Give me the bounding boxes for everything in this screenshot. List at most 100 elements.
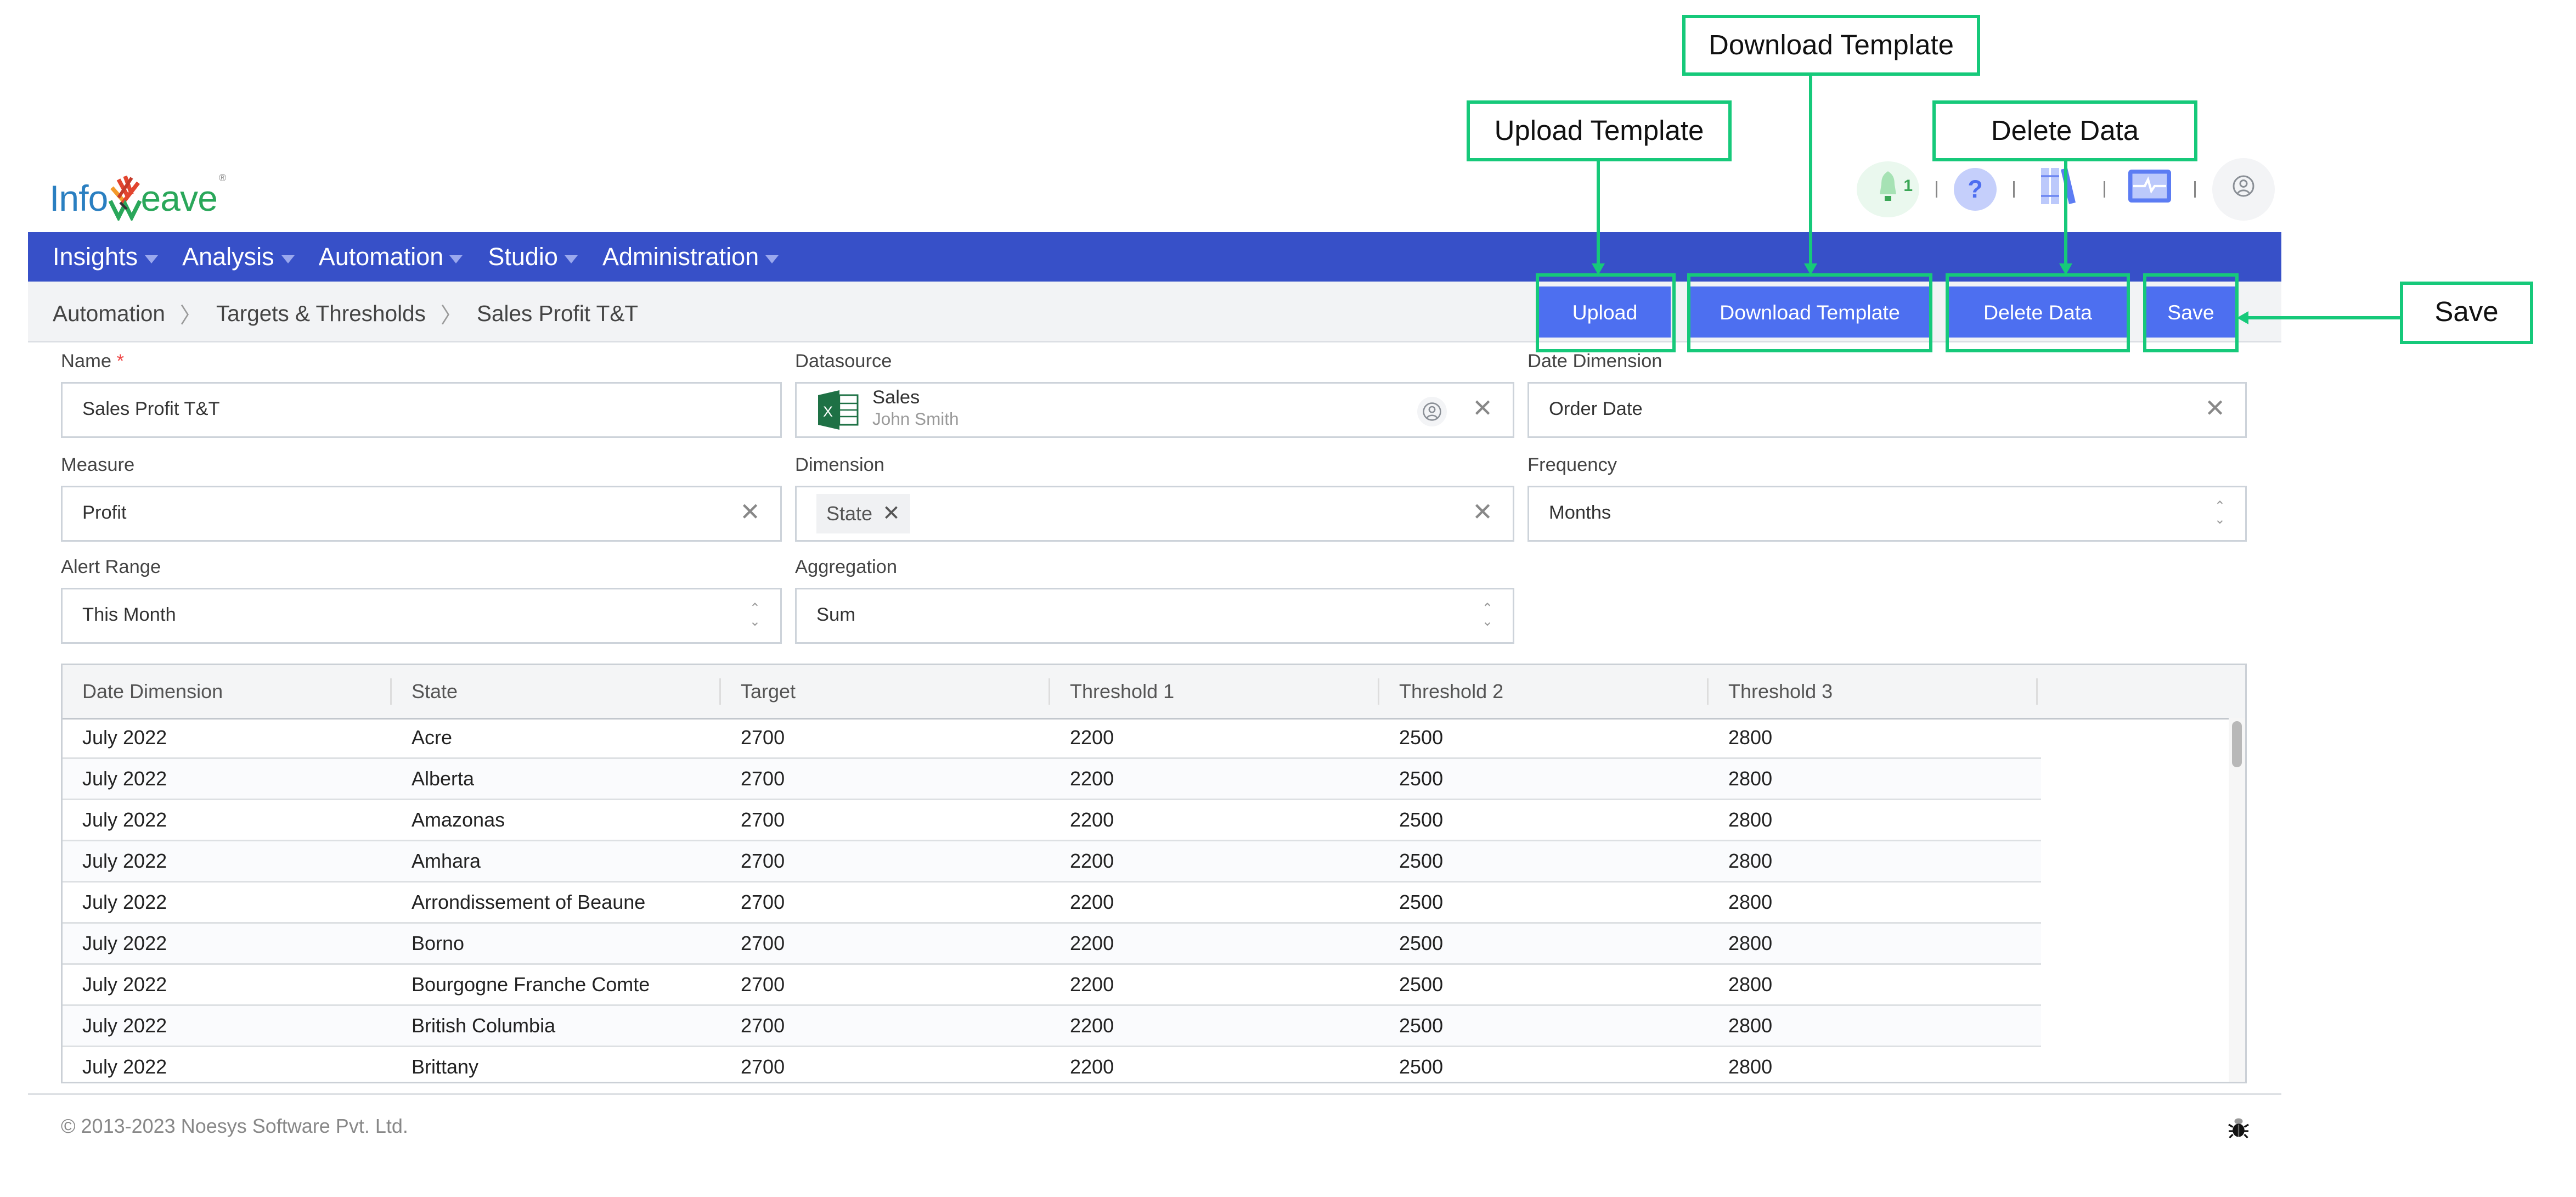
page: Info eave ® 1 ? Insights Analysis Automa…	[0, 0, 2576, 1197]
footer-divider	[28, 1093, 2281, 1095]
alert-range-select[interactable]: This Month ⌃ ⌄	[61, 588, 782, 644]
dimension-chip-state: State ✕	[816, 494, 910, 533]
user-profile-button[interactable]	[2212, 158, 2275, 221]
clear-datasource-icon[interactable]: ✕	[1472, 397, 1493, 422]
table-cell: 2500	[1399, 932, 1444, 955]
divider	[2104, 181, 2105, 198]
caret-down-icon	[450, 254, 464, 263]
table-cell: 2200	[1070, 1055, 1114, 1078]
table-row[interactable]: July 2022 British Columbia 2700 2200 2500 280…	[63, 1006, 2041, 1047]
infoweave-logo[interactable]: Info eave ®	[49, 165, 226, 222]
name-input[interactable]: Sales Profit T&T	[61, 382, 782, 438]
breadcrumb-automation[interactable]: Automation	[53, 301, 165, 326]
nav-item-automation[interactable]: Automation	[319, 243, 464, 271]
date-dimension-field[interactable]: Order Date ✕	[1527, 382, 2247, 438]
nav-item-analysis[interactable]: Analysis	[182, 243, 294, 271]
library-button[interactable]	[2031, 161, 2087, 217]
table-cell: 2800	[1728, 767, 1773, 790]
name-label-text: Name	[61, 352, 112, 372]
dimension-label: Dimension	[795, 456, 884, 476]
table-row[interactable]: July 2022 Amazonas 2700 2200 2500 2800	[63, 800, 2041, 841]
table-cell: Brittany	[412, 1055, 479, 1078]
alert-range-value: This Month	[82, 606, 176, 626]
annotation-arrow-icon	[2237, 310, 2248, 324]
table-cell: 2500	[1399, 891, 1444, 914]
table-cell: July 2022	[82, 767, 167, 790]
table-cell: Bourgogne Franche Comte	[412, 973, 650, 996]
column-header-threshold-2[interactable]: Threshold 2	[1379, 665, 1709, 718]
datasource-info: Sales John Smith	[872, 389, 959, 431]
column-header-threshold-1[interactable]: Threshold 1	[1050, 665, 1379, 718]
column-header-target[interactable]: Target	[721, 665, 1050, 718]
excel-file-icon: X	[816, 390, 859, 430]
divider	[1936, 181, 1937, 198]
caret-down-icon	[144, 254, 158, 263]
table-cell: 2800	[1728, 850, 1773, 873]
table-cell: 2800	[1728, 1014, 1773, 1037]
activity-monitor-icon	[2127, 167, 2173, 212]
column-header-state[interactable]: State	[392, 665, 721, 718]
nav-item-studio[interactable]: Studio	[488, 243, 578, 271]
bug-report-icon[interactable]	[2227, 1116, 2250, 1148]
table-cell: Amhara	[412, 850, 481, 873]
datasource-field[interactable]: X Sales John Smith ✕	[795, 382, 1514, 438]
table-row[interactable]: July 2022 Borno 2700 2200 2500 2800	[63, 924, 2041, 965]
column-header-date-dimension[interactable]: Date Dimension	[63, 665, 392, 718]
table-row[interactable]: July 2022 Bourgogne Franche Comte 2700 2200…	[63, 965, 2041, 1006]
column-header-threshold-3[interactable]: Threshold 3	[1709, 665, 2038, 718]
copyright-text: © 2013-2023 Noesys Software Pvt. Ltd.	[61, 1115, 408, 1138]
annotation-connector	[1809, 76, 1812, 267]
datasource-owner-avatar-icon	[1417, 397, 1447, 426]
table-cell: Alberta	[412, 767, 475, 790]
caret-down-icon	[565, 254, 578, 263]
annotation-arrow-icon	[2058, 263, 2072, 275]
table-scrollbar[interactable]	[2229, 718, 2245, 1082]
aggregation-value: Sum	[816, 606, 855, 626]
notifications-button[interactable]: 1	[1857, 161, 1919, 217]
table-row[interactable]: July 2022 Acre 2700 2200 2500 2800	[63, 718, 2041, 759]
bell-icon	[1875, 169, 1901, 210]
table-cell: 2800	[1728, 891, 1773, 914]
table-row[interactable]: July 2022 Amhara 2700 2200 2500 2800	[63, 841, 2041, 883]
help-button[interactable]: ?	[1954, 168, 1997, 211]
clear-date-dimension-icon[interactable]: ✕	[2205, 397, 2225, 422]
remove-chip-icon[interactable]: ✕	[882, 501, 900, 527]
table-row[interactable]: July 2022 Alberta 2700 2200 2500 2800	[63, 759, 2041, 800]
annotation-connector	[2064, 161, 2067, 267]
frequency-select[interactable]: Months ⌃ ⌄	[1527, 486, 2247, 542]
clear-measure-icon[interactable]: ✕	[740, 501, 760, 525]
aggregation-select[interactable]: Sum ⌃ ⌄	[795, 588, 1514, 644]
table-body: July 2022 Acre 2700 2200 2500 2800 July 2022 Al…	[63, 718, 2041, 1082]
clear-dimension-icon[interactable]: ✕	[1472, 501, 1493, 525]
table-cell: 2200	[1070, 891, 1114, 914]
caret-down-icon	[280, 254, 294, 263]
help-question-icon: ?	[1968, 175, 1983, 204]
books-library-icon	[2038, 164, 2081, 215]
annotation-download-template: Download Template	[1682, 15, 1980, 76]
table-cell: 2500	[1399, 1055, 1444, 1078]
table-row[interactable]: July 2022 Brittany 2700 2200 2500 2800	[63, 1047, 2041, 1082]
nav-item-label: Analysis	[182, 243, 274, 271]
table-cell: 2700	[741, 973, 785, 996]
table-cell: 2500	[1399, 726, 1444, 749]
table-row[interactable]: July 2022 Arrondissement of Beaune 2700 220…	[63, 883, 2041, 924]
user-avatar-icon	[2232, 174, 2255, 205]
chip-label: State	[826, 502, 873, 525]
table-cell: July 2022	[82, 1055, 167, 1078]
dimension-field[interactable]: State ✕ ✕	[795, 486, 1514, 542]
main-nav: Insights Analysis Automation Studio Admi…	[28, 232, 2281, 282]
measure-field[interactable]: Profit ✕	[61, 486, 782, 542]
table-scrollbar-thumb[interactable]	[2232, 721, 2242, 767]
breadcrumb-targets-thresholds[interactable]: Targets & Thresholds	[216, 301, 426, 326]
annotation-arrow-icon	[1803, 263, 1817, 275]
nav-item-administration[interactable]: Administration	[602, 243, 779, 271]
divider	[2194, 181, 2196, 198]
nav-item-label: Insights	[53, 243, 138, 271]
name-label: Name *	[61, 352, 124, 372]
nav-item-insights[interactable]: Insights	[53, 243, 158, 271]
nav-item-label: Administration	[602, 243, 759, 271]
table-cell: 2200	[1070, 973, 1114, 996]
monitor-button[interactable]	[2122, 161, 2178, 217]
table-cell: 2500	[1399, 1014, 1444, 1037]
table-cell: July 2022	[82, 973, 167, 996]
